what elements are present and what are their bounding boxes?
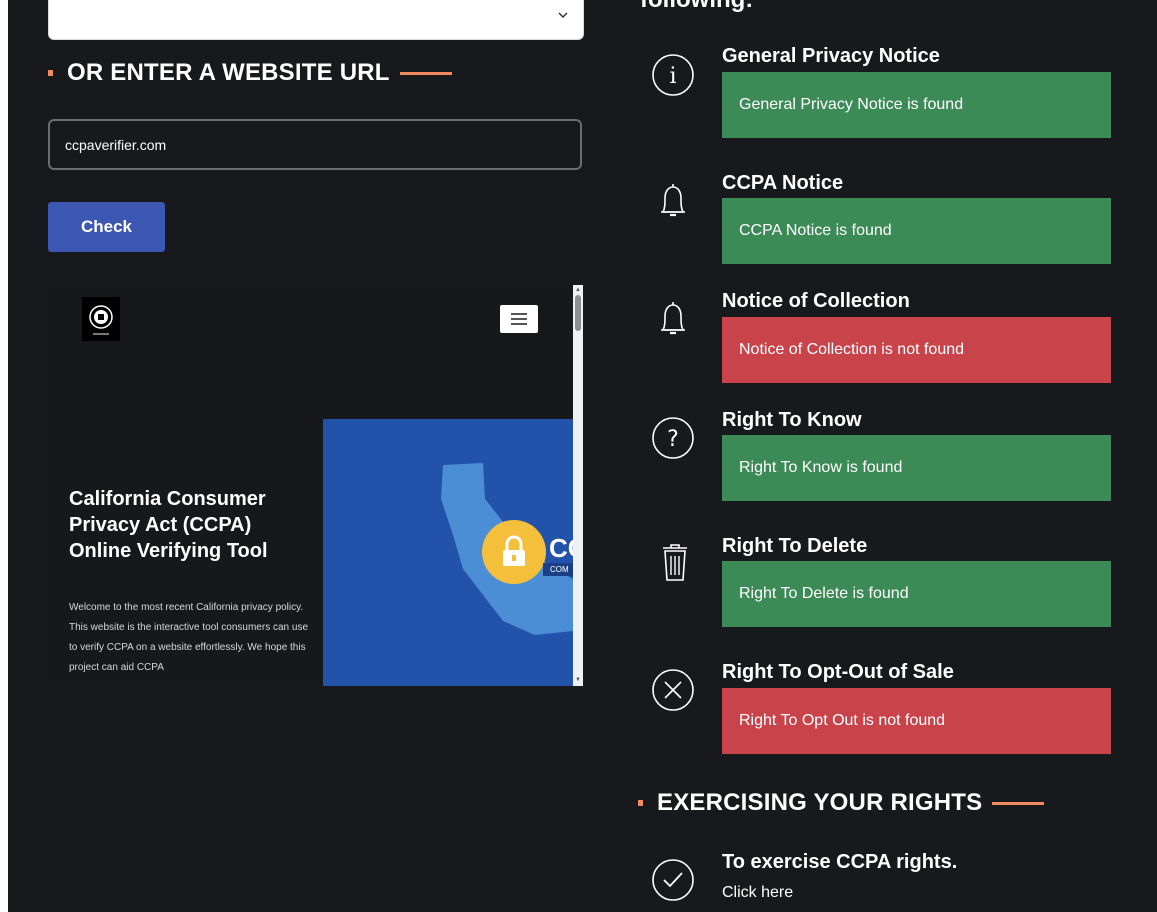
hero-text: Welcome to the most recent California pr… [69,602,308,673]
exercise-item-title: To exercise CCPA rights. [722,851,958,873]
check-circle-icon [652,859,694,901]
preview-scrollbar[interactable]: ▲ ▼ [573,285,583,686]
question-icon: ? [652,417,694,459]
result-status-right-to-know: Right To Know is found [722,435,1111,501]
chevron-down-icon [558,12,568,19]
url-input[interactable] [48,119,582,170]
bell-icon [661,302,685,335]
url-section-title: OR ENTER A WEBSITE URL [48,59,452,87]
page: OR ENTER A WEBSITE URL Check CC [8,0,1157,912]
trash-icon [663,544,687,581]
scroll-down-icon[interactable]: ▼ [575,677,581,683]
accent-square [48,70,53,76]
site-logo [82,297,120,341]
exercising-section-title-text: EXERCISING YOUR RIGHTS [657,789,983,816]
scrollbar-thumb[interactable] [575,295,581,331]
result-title-notice-of-collection: Notice of Collection [722,290,910,312]
scroll-up-icon[interactable]: ▲ [575,287,581,293]
hero-graphic [323,419,573,686]
results-heading: following: [640,0,753,14]
check-button[interactable]: Check [48,202,165,252]
svg-text:i: i [669,64,676,89]
close-circle-icon [652,669,694,711]
result-title-right-to-opt-out: Right To Opt-Out of Sale [722,661,954,683]
info-icon: i [652,54,694,96]
result-status-general-privacy-notice: General Privacy Notice is found [722,72,1111,138]
exercising-section-title: EXERCISING YOUR RIGHTS [638,789,1045,817]
accent-dash [399,71,452,75]
website-preview[interactable]: CC COM California Consumer Privacy Act (… [48,285,583,686]
hero-title: California Consumer Privacy Act (CCPA) O… [69,488,268,562]
menu-icon[interactable] [500,305,538,333]
website-select[interactable] [48,0,584,40]
result-title-right-to-delete: Right To Delete [722,535,868,557]
accent-square [638,800,643,806]
result-title-right-to-know: Right To Know [722,409,862,431]
result-status-right-to-opt-out: Right To Opt Out is not found [722,688,1111,754]
bell-icon [661,184,685,217]
url-section-title-text: OR ENTER A WEBSITE URL [67,59,390,86]
result-status-notice-of-collection: Notice of Collection is not found [722,317,1111,383]
result-status-ccpa-notice: CCPA Notice is found [722,198,1111,264]
badge-sub: COM [543,563,573,576]
accent-dash [992,801,1045,805]
result-status-right-to-delete: Right To Delete is found [722,561,1111,627]
svg-text:?: ? [667,427,679,452]
result-title-general-privacy-notice: General Privacy Notice [722,45,940,67]
result-title-ccpa-notice: CCPA Notice [722,172,844,194]
exercise-link[interactable]: Click here [722,884,793,902]
